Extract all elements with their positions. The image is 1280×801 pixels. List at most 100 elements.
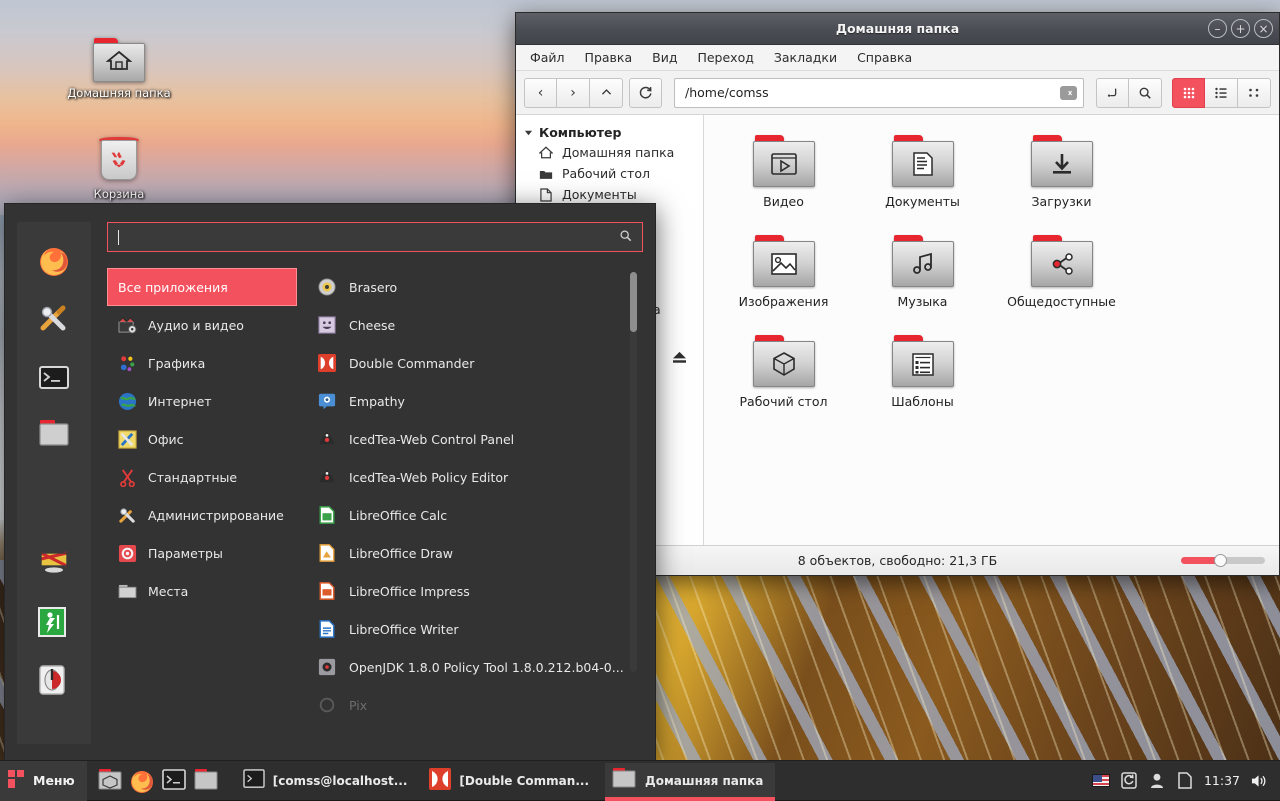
taskbar[interactable]: Меню [comss@localhost... xyxy=(0,760,1280,800)
task-double-commander[interactable]: [Double Comman... xyxy=(423,763,601,799)
menu-bookmarks[interactable]: Закладки xyxy=(774,50,837,65)
places-header[interactable]: Компьютер xyxy=(516,123,703,142)
minimize-button[interactable]: – xyxy=(1208,19,1227,38)
app-item-brasero[interactable]: Brasero xyxy=(317,268,643,306)
lock-screen-icon[interactable] xyxy=(37,548,71,582)
icon-view-button[interactable] xyxy=(1172,78,1205,108)
app-item-libreoffice-writer[interactable]: LibreOffice Writer xyxy=(317,610,643,648)
menu-view[interactable]: Вид xyxy=(652,50,677,65)
volume-icon[interactable] xyxy=(1250,772,1268,790)
favorites-sidebar[interactable] xyxy=(17,222,91,744)
path-value[interactable]: /home/comss xyxy=(685,85,1060,100)
forward-button[interactable]: › xyxy=(557,78,590,108)
category-administration[interactable]: Администрирование xyxy=(107,496,297,534)
task-terminal[interactable]: [comss@localhost... xyxy=(237,763,420,799)
desktop-icon-home-folder[interactable]: Домашняя папка xyxy=(64,38,174,100)
app-item-empathy[interactable]: Empathy xyxy=(317,382,643,420)
extra-button-group[interactable] xyxy=(1096,78,1162,108)
zoom-slider[interactable] xyxy=(1181,557,1265,564)
quick-launch-bar[interactable] xyxy=(87,768,229,794)
app-item-icedtea-policy-editor[interactable]: IcedTea-Web Policy Editor xyxy=(317,458,643,496)
toolbar[interactable]: ‹ › /home/comss xyxy=(516,71,1279,115)
category-all-apps[interactable]: Все приложения xyxy=(107,268,297,306)
file-item-pictures[interactable]: Изображения xyxy=(714,229,853,329)
launcher-files-icon[interactable] xyxy=(193,768,219,794)
app-item-pix[interactable]: Pix xyxy=(317,686,643,724)
desktop-icon-trash[interactable]: Корзина xyxy=(64,133,174,201)
compact-view-button[interactable] xyxy=(1238,78,1271,108)
menu-bar[interactable]: Файл Правка Вид Переход Закладки Справка xyxy=(516,45,1279,71)
back-button[interactable]: ‹ xyxy=(524,78,557,108)
files-icon[interactable] xyxy=(37,418,71,452)
app-item-icedtea-control-panel[interactable]: IcedTea-Web Control Panel xyxy=(317,420,643,458)
navigation-button-group[interactable]: ‹ › xyxy=(524,78,623,108)
launcher-terminal-icon[interactable] xyxy=(161,768,187,794)
app-item-libreoffice-calc[interactable]: LibreOffice Calc xyxy=(317,496,643,534)
window-controls[interactable]: – + × xyxy=(1208,19,1273,38)
software-manager-icon[interactable] xyxy=(37,302,71,336)
task-list[interactable]: [comss@localhost... [Double Comman... До… xyxy=(229,763,1092,799)
category-preferences[interactable]: Параметры xyxy=(107,534,297,572)
maximize-button[interactable]: + xyxy=(1231,19,1250,38)
category-multimedia[interactable]: Аудио и видео xyxy=(107,306,297,344)
menu-edit[interactable]: Правка xyxy=(585,50,633,65)
view-mode-group[interactable] xyxy=(1172,78,1271,108)
app-item-cheese[interactable]: Cheese xyxy=(317,306,643,344)
window-titlebar[interactable]: Домашняя папка – + × xyxy=(516,13,1279,45)
split-view-button[interactable] xyxy=(1096,78,1129,108)
file-item-documents[interactable]: Документы xyxy=(853,129,992,229)
menu-button[interactable]: Меню xyxy=(0,761,87,801)
launcher-show-desktop-icon[interactable] xyxy=(97,768,123,794)
keyboard-layout-flag-icon[interactable] xyxy=(1092,772,1110,790)
clock[interactable]: 11:37 xyxy=(1204,773,1240,788)
menu-help[interactable]: Справка xyxy=(857,50,912,65)
app-item-libreoffice-draw[interactable]: LibreOffice Draw xyxy=(317,534,643,572)
list-view-button[interactable] xyxy=(1205,78,1238,108)
category-graphics[interactable]: Графика xyxy=(107,344,297,382)
terminal-icon[interactable] xyxy=(37,360,71,394)
app-item-openjdk-policy-tool[interactable]: OpenJDK 1.8.0 Policy Tool 1.8.0.212.b04-… xyxy=(317,648,643,686)
location-bar[interactable]: /home/comss xyxy=(674,78,1084,108)
file-item-desktop[interactable]: Рабочий стол xyxy=(714,329,853,429)
user-account-icon[interactable] xyxy=(1148,772,1166,790)
menu-file[interactable]: Файл xyxy=(530,50,565,65)
app-list-scrollbar-track[interactable] xyxy=(630,272,637,672)
category-office[interactable]: Офис xyxy=(107,420,297,458)
application-list[interactable]: Brasero Cheese Double Commander xyxy=(303,268,643,752)
close-button[interactable]: × xyxy=(1254,19,1273,38)
place-item-documents[interactable]: Документы xyxy=(516,184,703,205)
file-item-public[interactable]: Общедоступные xyxy=(992,229,1131,329)
shutdown-icon[interactable] xyxy=(37,664,71,698)
place-item-desktop[interactable]: Рабочий стол xyxy=(516,163,703,184)
category-places[interactable]: Места xyxy=(107,572,297,610)
clear-path-icon[interactable] xyxy=(1060,86,1077,100)
category-accessories[interactable]: Стандартные xyxy=(107,458,297,496)
reload-button[interactable] xyxy=(629,78,662,108)
eject-icon[interactable] xyxy=(672,351,687,367)
category-internet[interactable]: Интернет xyxy=(107,382,297,420)
launcher-firefox-icon[interactable] xyxy=(129,768,155,794)
firefox-icon[interactable] xyxy=(37,244,71,278)
task-file-manager[interactable]: Домашняя папка xyxy=(605,763,775,799)
category-list[interactable]: Все приложения Аудио и видео Графика xyxy=(107,268,303,752)
file-item-music[interactable]: Музыка xyxy=(853,229,992,329)
place-item-home[interactable]: Домашняя папка xyxy=(516,142,703,163)
app-item-libreoffice-impress[interactable]: LibreOffice Impress xyxy=(317,572,643,610)
logout-icon[interactable] xyxy=(37,606,71,640)
file-grid[interactable]: Видео Документы xyxy=(704,115,1279,545)
removable-media-icon[interactable] xyxy=(1176,772,1194,790)
category-label: Администрирование xyxy=(148,508,284,523)
app-list-scrollbar-thumb[interactable] xyxy=(630,272,637,332)
file-item-video[interactable]: Видео xyxy=(714,129,853,229)
system-tray[interactable]: 11:37 xyxy=(1092,772,1280,790)
zoom-slider-knob[interactable] xyxy=(1214,554,1227,567)
update-manager-icon[interactable] xyxy=(1120,772,1138,790)
search-input[interactable] xyxy=(107,222,643,252)
up-button[interactable] xyxy=(590,78,623,108)
application-menu[interactable]: Все приложения Аудио и видео Графика xyxy=(4,203,656,763)
search-button[interactable] xyxy=(1129,78,1162,108)
menu-go[interactable]: Переход xyxy=(697,50,753,65)
app-item-double-commander[interactable]: Double Commander xyxy=(317,344,643,382)
file-item-downloads[interactable]: Загрузки xyxy=(992,129,1131,229)
file-item-templates[interactable]: Шаблоны xyxy=(853,329,992,429)
